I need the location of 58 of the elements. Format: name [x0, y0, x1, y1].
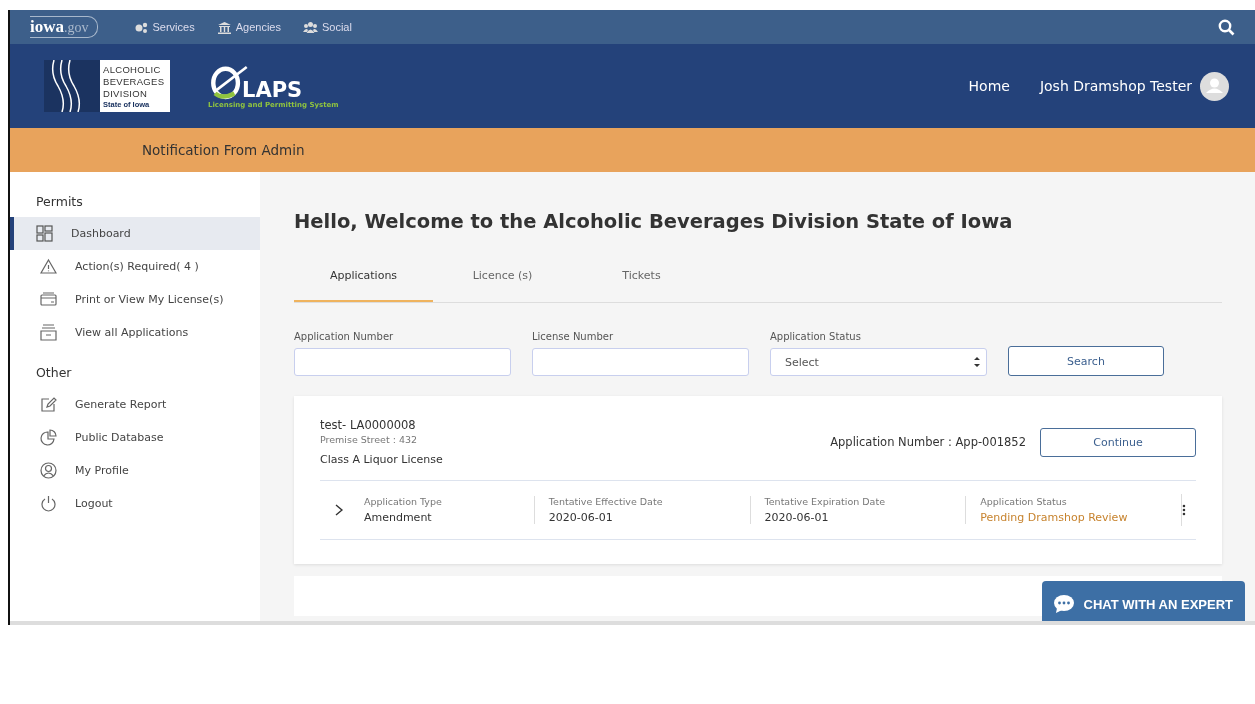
continue-button[interactable]: Continue — [1040, 427, 1196, 457]
field-label: Application Status — [770, 331, 862, 342]
chat-bubble-icon — [1053, 595, 1074, 613]
home-link[interactable]: Home — [968, 78, 1010, 94]
card-icon — [40, 291, 57, 308]
sidebar-item[interactable]: Generate Report — [10, 388, 260, 421]
welcome-heading: Hello, Welcome to the Alcoholic Beverages Division State of Iowa — [294, 210, 1014, 233]
people-icon — [302, 20, 318, 34]
detail-label: Tentative Effective Date — [548, 496, 664, 507]
search-icon[interactable] — [1218, 18, 1235, 36]
tab[interactable]: Licence (s) — [433, 269, 572, 302]
status-select[interactable]: Select — [770, 348, 987, 376]
license-class: Class A Liquor License — [320, 453, 444, 466]
detail-label: Application Type — [363, 496, 443, 507]
detail-label: Tentative Expiration Date — [764, 496, 886, 507]
detail-value: Amendment — [363, 511, 433, 524]
search-button[interactable]: Search — [1008, 346, 1164, 376]
pie-icon — [40, 429, 57, 446]
user-icon — [40, 462, 57, 479]
avatar-icon[interactable] — [1200, 71, 1229, 101]
more-icon[interactable] — [1182, 504, 1186, 516]
power-icon — [40, 495, 57, 512]
input-field[interactable] — [294, 348, 511, 376]
sidebar-item[interactable]: Print or View My License(s) — [10, 283, 260, 316]
user-name[interactable]: Josh Dramshop Tester — [1039, 78, 1192, 94]
sidebar-item[interactable]: Logout — [10, 487, 260, 520]
field-label: License Number — [532, 331, 615, 342]
top-nav-link[interactable]: Services — [152, 21, 195, 33]
detail-value: 2020-06-01 — [548, 511, 614, 524]
application-name: test- LA0000008 — [320, 418, 417, 432]
premise-street: Premise Street : 432 — [320, 434, 419, 445]
sidebar-item[interactable]: Public Database — [10, 421, 260, 454]
tab[interactable]: Applications — [294, 269, 433, 302]
detail-label: Application Status — [980, 496, 1068, 507]
top-nav-link[interactable]: Social — [321, 21, 352, 33]
warning-icon — [40, 258, 57, 275]
input-field[interactable] — [532, 348, 749, 376]
sidebar-item[interactable]: Action(s) Required( 4 ) — [10, 250, 260, 283]
sidebar-heading: Permits — [35, 193, 84, 211]
detail-value: 2020-06-01 — [764, 511, 830, 524]
archive-icon — [40, 324, 57, 341]
grid-icon — [36, 225, 53, 242]
sort-arrows-icon — [974, 356, 980, 368]
sidebar-item[interactable]: Dashboard — [10, 217, 260, 250]
gears-icon — [133, 20, 149, 34]
chevron-icon[interactable] — [334, 504, 344, 516]
sidebar-item[interactable]: View all Applications — [10, 316, 260, 349]
edit-icon — [40, 396, 57, 413]
tab[interactable]: Tickets — [572, 269, 711, 302]
detail-value: Pending Dramshop Review — [980, 511, 1129, 524]
field-label: Application Number — [294, 331, 395, 342]
notification-text[interactable]: Notification From Admin — [142, 142, 305, 158]
iowa-gov-logo[interactable]: iowa.gov — [30, 16, 98, 38]
application-number: Application Number : App-001852 — [830, 435, 1026, 449]
sidebar-heading: Other — [35, 364, 73, 382]
top-nav-link[interactable]: Agencies — [235, 21, 281, 33]
sidebar-item[interactable]: My Profile — [10, 454, 260, 487]
building-icon — [216, 20, 232, 34]
